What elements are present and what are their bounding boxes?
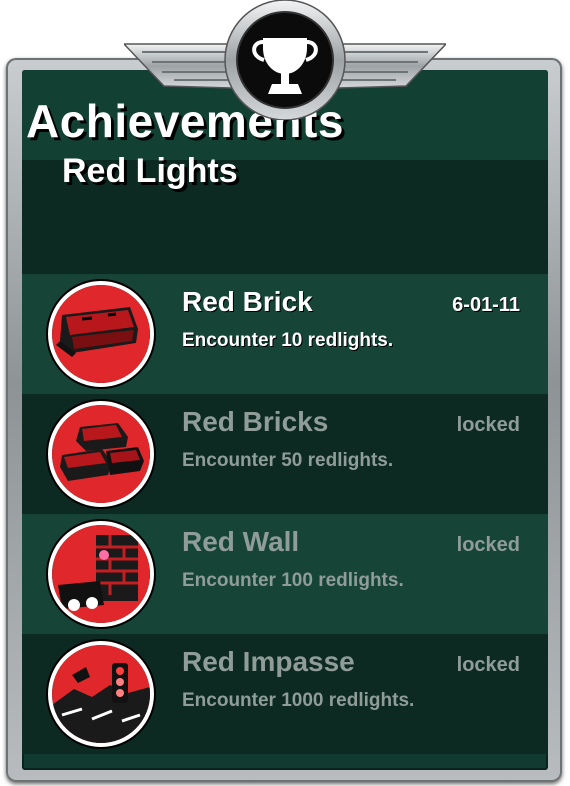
achievement-name: Red Brick <box>182 286 313 317</box>
achievement-name: Red Bricks <box>182 406 329 437</box>
achievement-row[interactable]: Red Bricks Encounter 50 redlights. locke… <box>22 394 548 514</box>
locked-status: locked <box>456 534 520 556</box>
trophy-emblem <box>124 0 446 120</box>
achievement-description: Encounter 50 redlights. <box>182 450 394 471</box>
achievement-description: Encounter 10 redlights. <box>182 330 394 351</box>
achievement-name: Red Impasse <box>182 646 355 677</box>
achievement-description: Encounter 1000 redlights. <box>182 690 415 711</box>
traffic-impasse-icon <box>48 641 154 747</box>
achievement-row[interactable]: Red Wall Encounter 100 redlights. locked <box>22 514 548 634</box>
achievement-date: 6-01-11 <box>452 294 520 316</box>
brick-pile-icon <box>48 401 154 507</box>
achievement-row[interactable]: Red Impasse Encounter 1000 redlights. lo… <box>22 634 548 754</box>
achievement-name: Red Wall <box>182 526 300 557</box>
locked-status: locked <box>456 414 520 436</box>
achievement-description: Encounter 100 redlights. <box>182 570 404 591</box>
single-brick-icon <box>48 281 154 387</box>
brick-wall-icon <box>48 521 154 627</box>
category-subtitle: Red Lights <box>62 152 238 190</box>
locked-status: locked <box>456 654 520 676</box>
achievement-row[interactable]: Red Brick Encounter 10 redlights. 6-01-1… <box>22 274 548 394</box>
